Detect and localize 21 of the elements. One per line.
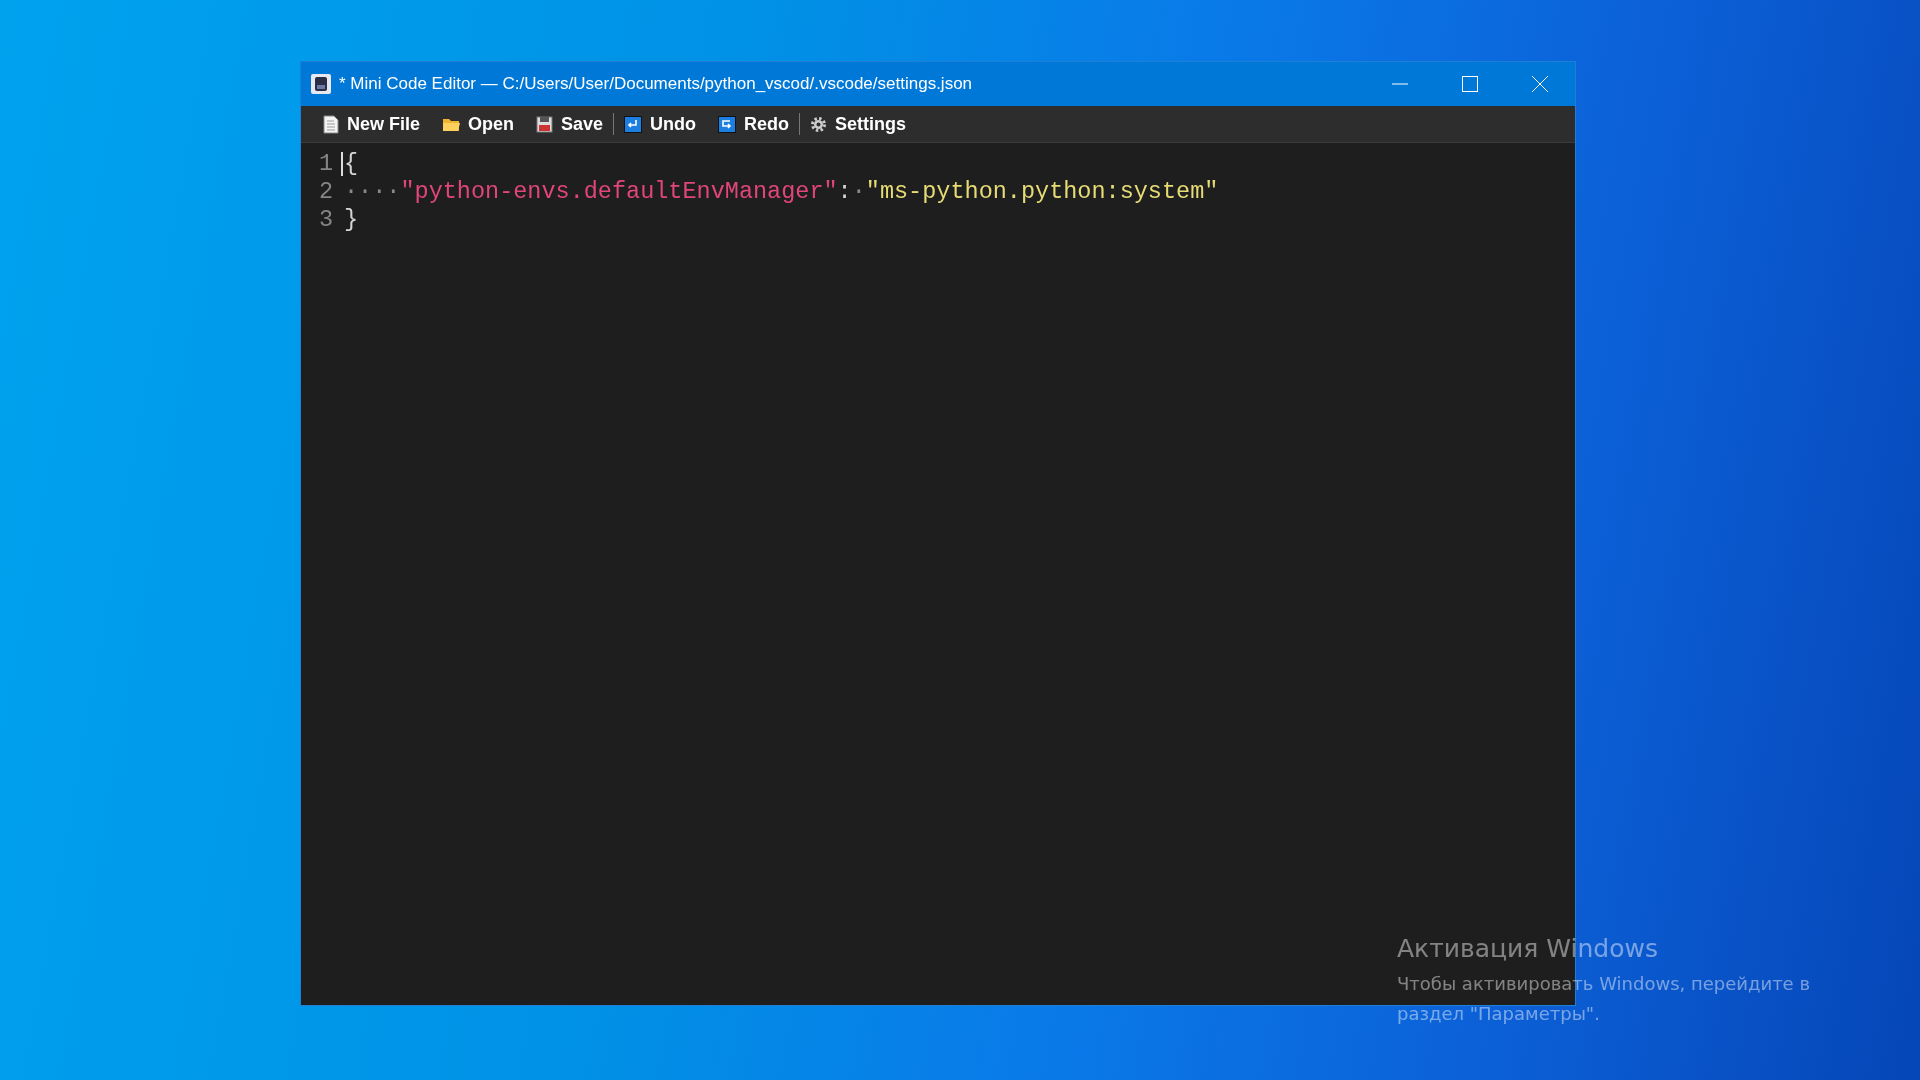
toolbar-button[interactable]: New File [323, 111, 421, 137]
minimize-icon [1392, 83, 1408, 85]
window-title: * Mini Code Editor — C:/Users/User/Documents/python_vscod/.vscode/settings.json [339, 74, 974, 94]
code-line: ····"python-envs.defaultEnvManager":·"ms-python.python:system" [343, 177, 1219, 205]
toolbar-button[interactable]: Undo [624, 111, 697, 137]
code-line: { [341, 149, 359, 177]
line-number: 2 [317, 177, 334, 205]
app-icon [311, 74, 331, 94]
document-icon [323, 114, 339, 134]
folder-icon [442, 116, 461, 132]
toolbar-button[interactable]: Save [536, 111, 604, 137]
toolbar-button[interactable]: Open [442, 111, 515, 137]
code-line: } [343, 205, 359, 233]
line-number: 3 [317, 205, 334, 233]
settings-icon [810, 115, 828, 133]
close-icon [1532, 76, 1548, 92]
maximize-icon [1462, 76, 1478, 92]
toolbar-button[interactable]: Redo [718, 111, 790, 137]
activation-text: раздел "Параметры". [1397, 1002, 1601, 1026]
toolbar-button[interactable]: Settings [810, 111, 907, 137]
line-number: 1 [317, 149, 334, 177]
